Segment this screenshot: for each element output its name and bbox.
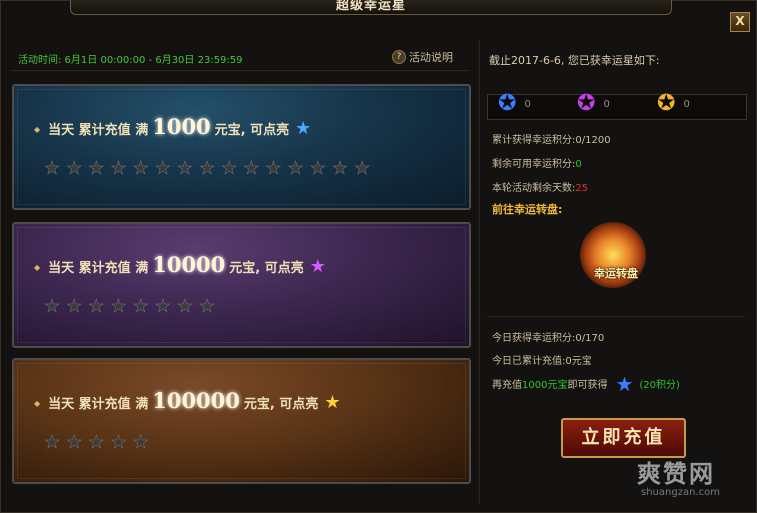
tier-prefix: 当天 累计充值 满 [48,261,149,276]
next-reward: 再充值 1000元宝 即可获得 ★ (20积分) [492,371,680,396]
empty-star-icon: ★ [198,296,216,317]
empty-star-icon: ★ [309,158,326,179]
gold-star-icon: ★ [324,392,341,413]
empty-star-icon: ★ [110,432,127,453]
empty-star-icon: ★ [88,158,105,179]
empty-star-icon: ★ [88,432,105,453]
empty-star-icon: ★ [66,296,83,317]
empty-star-icon: ★ [66,158,83,179]
tier-prefix: 当天 累计充值 满 [48,397,149,412]
empty-star-icon: ★ [66,432,83,453]
count-value: 0 [603,98,610,110]
empty-star-icon: ★ [154,158,171,179]
tier-panel-100000: ◆ 当天 累计充值 满 100000 元宝, 可点亮 ★ ★ ★ ★ ★ ★ [12,358,471,484]
wheel-label: 幸运转盘 [594,267,638,280]
empty-star-icon: ★ [44,158,61,179]
empty-star-icon: ★ [265,158,282,179]
empty-star-icon: ★ [132,432,149,453]
empty-star-icon: ★ [44,432,61,453]
days-left: 本轮活动剩余天数:25 [492,183,589,194]
blue-star-icon: ★ [295,118,312,139]
empty-star-icon: ★ [331,158,349,179]
empty-star-icon: ★ [44,296,61,317]
empty-star-icon: ★ [176,158,194,179]
empty-star-icon: ★ [221,158,238,179]
purple-star-icon: ✪ [577,91,596,116]
tier-suffix: 元宝, 可点亮 [214,123,290,138]
empty-star-icon: ★ [243,158,260,179]
recharge-button[interactable]: 立即充值 [561,418,686,458]
star-track: ★ ★ ★ ★ ★ ★ ★ ★ [44,296,216,317]
diamond-icon: ◆ [34,263,41,272]
empty-star-icon: ★ [353,158,371,179]
star-track: ★ ★ ★ ★ ★ [44,432,149,453]
today-recharge: 今日已累计充值:0元宝 [492,356,592,367]
title-bar: 超级幸运星 [70,0,672,15]
tier-suffix: 元宝, 可点亮 [229,261,304,276]
diamond-icon: ◆ [34,125,41,134]
gold-star-count: ✪ 0 [657,92,690,116]
activity-time: 活动时间: 6月1日 00:00:00 - 6月30日 23:59:59 [18,55,243,66]
empty-star-icon: ★ [132,158,149,179]
purple-star-icon: ★ [309,256,326,277]
count-value: 0 [524,98,531,110]
diamond-icon: ◆ [34,399,41,408]
tier-requirement: ◆ 当天 累计充值 满 100000 元宝, 可点亮 ★ [34,388,341,413]
tier-panel-1000: ◆ 当天 累计充值 满 1000 元宝, 可点亮 ★ ★ ★ ★ ★ ★ ★ ★ ★ ★ ★ ★ ★ ★… [12,84,471,210]
gold-star-icon: ✪ [657,91,676,116]
total-points: 累计获得幸运积分:0/1200 [492,135,611,146]
blue-star-count: ✪ 0 [498,92,531,116]
watermark: 爽赞网 shuangzan.com [637,460,720,498]
tier-amount: 1000 [152,114,211,139]
empty-star-icon: ★ [198,158,216,179]
deadline-text: 截止2017-6-6, 您已获幸运星如下: [489,54,660,67]
close-button[interactable]: X [730,12,750,32]
empty-star-icon: ★ [132,296,149,317]
blue-star-icon: ★ [615,371,634,396]
tier-panel-10000: ◆ 当天 累计充值 满 10000 元宝, 可点亮 ★ ★ ★ ★ ★ ★ ★ ★ ★ [12,222,471,348]
tier-suffix: 元宝, 可点亮 [243,397,319,412]
divider [487,316,745,317]
empty-star-icon: ★ [287,158,304,179]
question-icon: ? [392,50,406,64]
tier-requirement: ◆ 当天 累计充值 满 1000 元宝, 可点亮 ★ [34,114,311,139]
empty-star-icon: ★ [88,296,105,317]
help-label: 活动说明 [409,51,453,64]
empty-star-icon: ★ [110,158,127,179]
dialog-title: 超级幸运星 [335,0,406,13]
tier-amount: 100000 [152,388,240,413]
tier-amount: 10000 [152,252,226,277]
empty-star-icon: ★ [110,296,127,317]
empty-star-icon: ★ [154,296,171,317]
tier-prefix: 当天 累计充值 满 [48,123,149,138]
remaining-points: 剩余可用幸运积分:0 [492,159,582,170]
purple-star-count: ✪ 0 [577,92,610,116]
goto-wheel-label: 前往幸运转盘: [492,203,563,216]
star-track: ★ ★ ★ ★ ★ ★ ★ ★ ★ ★ ★ ★ ★ ★ ★ [44,158,371,179]
today-points: 今日获得幸运积分:0/170 [492,333,605,344]
blue-star-icon: ✪ [498,91,517,116]
lucky-wheel-button[interactable]: 幸运转盘 [576,218,654,296]
tier-requirement: ◆ 当天 累计充值 满 10000 元宝, 可点亮 ★ [34,252,326,277]
help-link[interactable]: ? 活动说明 [392,49,453,65]
empty-star-icon: ★ [176,296,194,317]
count-value: 0 [683,98,690,110]
